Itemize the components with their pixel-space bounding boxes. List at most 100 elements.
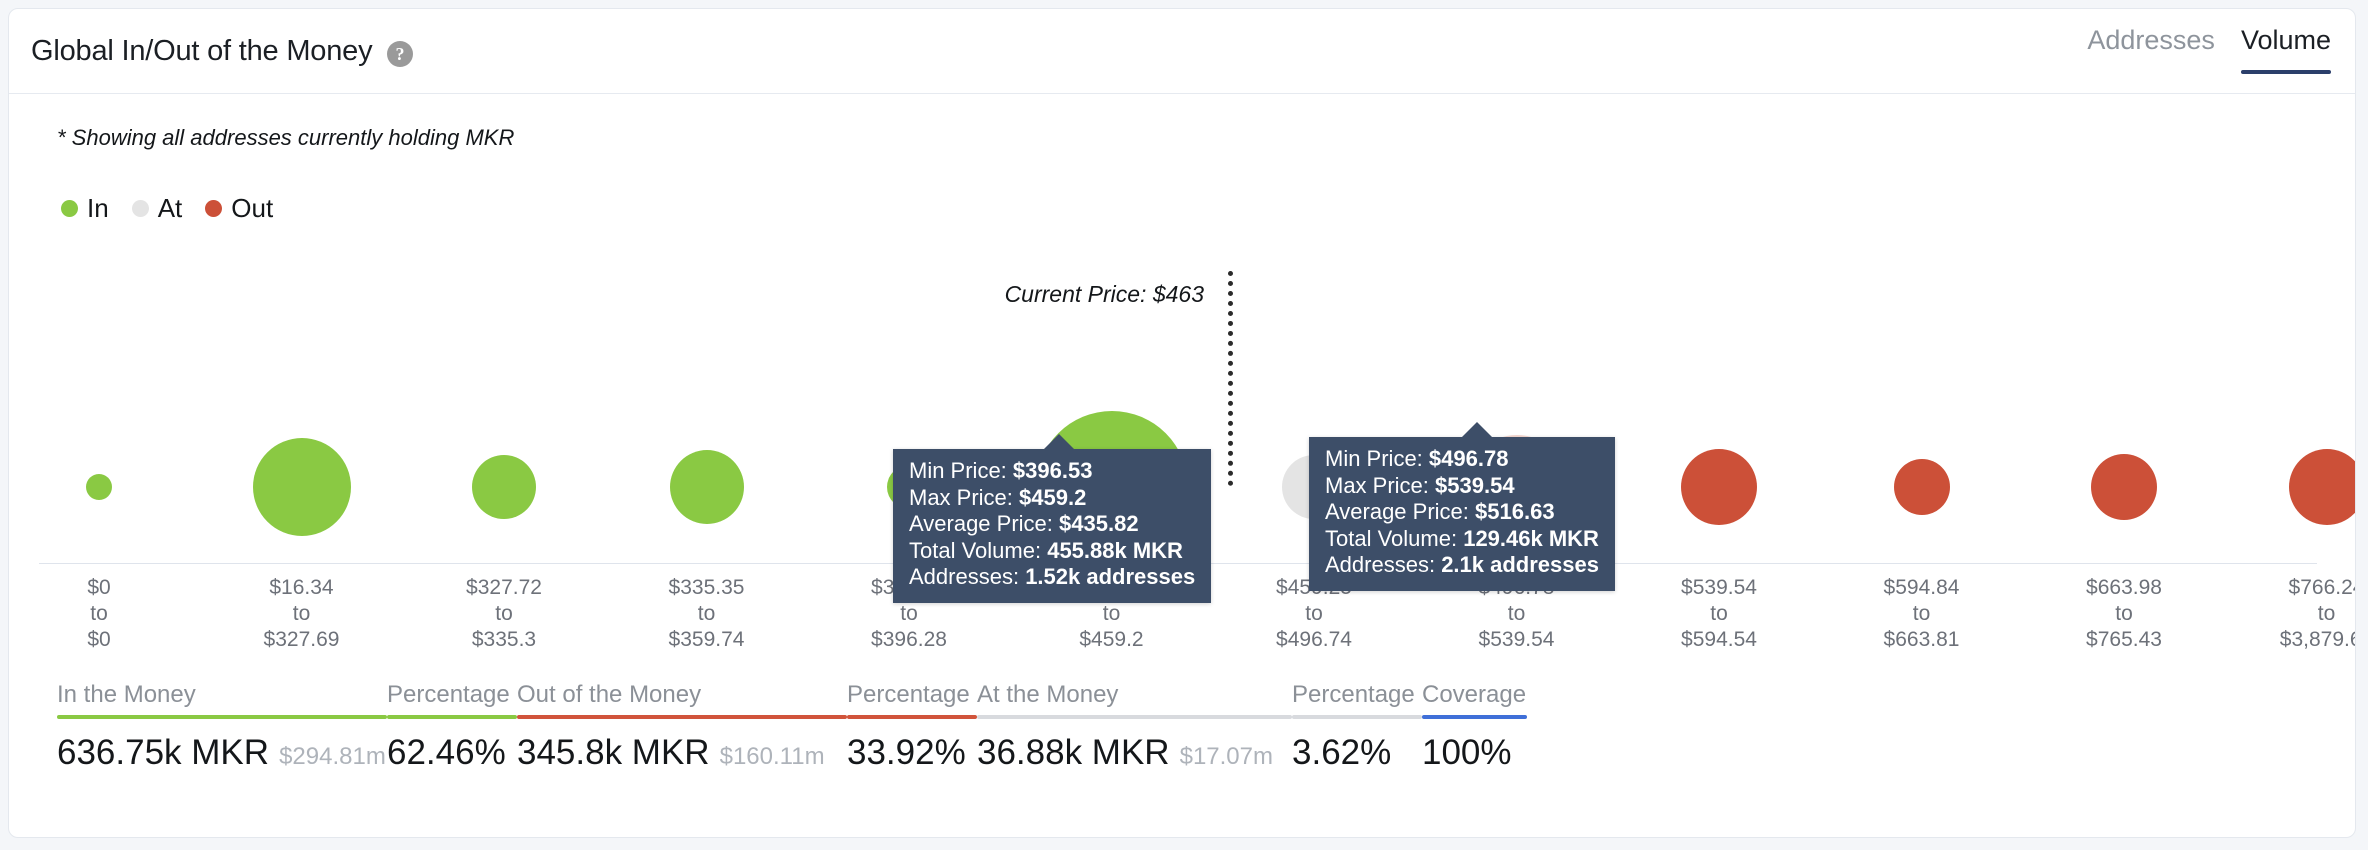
stat-value-row: 100% xyxy=(1422,733,1527,773)
x-tick-label: $335.35 to $359.74 xyxy=(669,575,745,653)
stat-label: Coverage xyxy=(1422,681,1527,708)
tooltip-row-label: Addresses: xyxy=(1325,552,1436,577)
bubble-out-11[interactable] xyxy=(2288,449,2355,525)
x-tick-label: $594.84 to $663.81 xyxy=(1884,575,1960,653)
stat-subvalue: $160.11m xyxy=(719,743,825,770)
x-tick-to: to xyxy=(1710,602,1728,625)
stat-underline xyxy=(847,715,977,719)
bubble-out-9[interactable] xyxy=(1893,459,1950,515)
x-tick-to: to xyxy=(2317,602,2336,625)
tooltip-row-label: Max Price: xyxy=(909,484,1013,510)
x-tick-to: to xyxy=(1912,602,1931,625)
x-tick-to: to xyxy=(1102,602,1121,625)
stat-percentage-3: Percentage 33.92% xyxy=(847,681,977,773)
x-tick-to: to xyxy=(90,602,108,625)
x-tick-max: $327.69 xyxy=(263,628,340,651)
bubble-out-10[interactable] xyxy=(2091,454,2157,520)
x-tick-min: $539.54 xyxy=(1681,576,1757,599)
x-tick-to: to xyxy=(2115,602,2133,625)
x-tick-min: $16.34 xyxy=(269,576,334,599)
tooltip-row: Average Price: $435.82 xyxy=(909,511,1195,538)
x-tick-min: $766.24 xyxy=(2288,576,2355,599)
tab-volume[interactable]: Volume xyxy=(2240,25,2332,74)
stat-subvalue: $294.81m xyxy=(279,743,386,770)
bubble-out-8[interactable] xyxy=(1681,449,1757,525)
chart-note: * Showing all addresses currently holdin… xyxy=(57,125,515,150)
view-tabs: Addresses Volume xyxy=(2087,25,2332,74)
x-tick-min: $663.98 xyxy=(2086,576,2162,599)
x-tick-max: $359.74 xyxy=(668,628,745,651)
stat-label: At the Money xyxy=(977,681,1119,708)
x-tick-max: $0 xyxy=(87,628,111,651)
tooltip-row: Max Price: $459.2 xyxy=(909,485,1195,512)
x-tick-min: $327.72 xyxy=(466,576,542,599)
x-tick-max: $396.28 xyxy=(871,628,947,651)
stat-percentage-5: Percentage 3.62% xyxy=(1292,681,1422,773)
header-divider xyxy=(9,93,2355,94)
x-tick-min: $335.35 xyxy=(668,576,745,599)
x-tick-max: $3,879.69 xyxy=(2279,628,2355,651)
x-tick-min: $0 xyxy=(87,576,111,599)
x-tick-max: $496.74 xyxy=(1276,628,1352,651)
tooltip-row: Average Price: $516.63 xyxy=(1325,499,1599,526)
tooltip-row: Addresses: 1.52k addresses xyxy=(909,564,1195,591)
x-tick-max: $459.2 xyxy=(1079,628,1144,651)
stat-value: 62.46% xyxy=(387,733,506,772)
tooltip-row-label: Total Volume: xyxy=(909,537,1042,563)
tooltip-row: Min Price: $396.53 xyxy=(909,458,1195,485)
current-price-line xyxy=(1228,271,1233,486)
tooltip-row-label: Min Price: xyxy=(1325,446,1423,471)
stat-value: 36.88k MKR xyxy=(977,733,1170,772)
tooltip-row-label: Total Volume: xyxy=(1325,525,1458,551)
x-tick-to: to xyxy=(495,602,513,625)
legend-dot-in-icon xyxy=(61,200,78,217)
tooltip-row-value: $459.2 xyxy=(1019,484,1087,510)
tooltip-row: Min Price: $496.78 xyxy=(1325,446,1599,473)
bubble-in-2[interactable] xyxy=(472,455,536,519)
summary-stats: In the Money 636.75k MKR $294.81m Percentag… xyxy=(57,681,1527,773)
tooltip-in-bucket: Min Price: $396.53 Max Price: $459.2 Ave… xyxy=(893,434,1212,603)
x-tick-label: $539.54 to $594.54 xyxy=(1681,575,1757,653)
x-tick-max: $335.3 xyxy=(471,628,537,651)
tooltip-row: Max Price: $539.54 xyxy=(1325,473,1599,500)
stat-label: In the Money xyxy=(57,681,196,708)
x-tick-max: $594.54 xyxy=(1681,628,1757,651)
stat-underline xyxy=(387,715,517,719)
stat-value-row: 62.46% xyxy=(387,733,517,773)
stat-underline xyxy=(1292,715,1422,719)
global-in-out-of-the-money-card: Global In/Out of the Money ? Addresses V… xyxy=(8,8,2356,838)
card-header: Global In/Out of the Money ? Addresses V… xyxy=(9,9,2355,94)
tooltip-row-label: Average Price: xyxy=(1325,499,1469,524)
stat-out-of-the-money-2: Out of the Money 345.8k MKR $160.11m xyxy=(517,681,847,773)
stat-label: Percentage xyxy=(847,681,970,708)
x-tick-label: $766.24 to $3,879.69 xyxy=(2279,575,2355,653)
tooltip-row-label: Min Price: xyxy=(909,458,1007,483)
stat-value-row: 345.8k MKR $160.11m xyxy=(517,733,847,773)
question-mark-icon[interactable]: ? xyxy=(387,41,413,67)
stat-value-row: 3.62% xyxy=(1292,733,1422,773)
x-tick-to: to xyxy=(697,602,716,625)
stat-underline xyxy=(517,715,847,719)
tooltip-row-label: Addresses: xyxy=(909,564,1020,589)
x-tick-label: $663.98 to $765.43 xyxy=(2086,575,2162,653)
x-tick-label: $0 to $0 xyxy=(87,575,110,653)
stat-underline xyxy=(977,715,1292,719)
tooltip-row-value: $396.53 xyxy=(1012,458,1093,483)
stat-coverage-6: Coverage 100% xyxy=(1422,681,1527,773)
tooltip-row-value: 2.1k addresses xyxy=(1441,552,1599,577)
tooltip-row-value: 129.46k MKR xyxy=(1463,525,1599,551)
tab-addresses[interactable]: Addresses xyxy=(2087,25,2215,74)
tooltip-arrow-icon xyxy=(1461,422,1493,438)
tooltip-row-value: $516.63 xyxy=(1475,499,1555,524)
tooltip-row-label: Max Price: xyxy=(1325,472,1429,498)
tooltip-arrow-icon xyxy=(1043,434,1075,450)
tooltip-row-value: $496.78 xyxy=(1428,446,1509,471)
tooltip-row: Total Volume: 129.46k MKR xyxy=(1325,526,1599,553)
bubble-in-1[interactable] xyxy=(252,438,351,536)
stat-value: 3.62% xyxy=(1292,733,1392,772)
bubble-in-0[interactable] xyxy=(86,474,112,500)
stat-value-row: 636.75k MKR $294.81m xyxy=(57,733,387,773)
stat-label: Percentage xyxy=(1292,681,1415,708)
bubble-in-3[interactable] xyxy=(669,450,744,524)
tooltip-row-label: Average Price: xyxy=(909,511,1053,536)
